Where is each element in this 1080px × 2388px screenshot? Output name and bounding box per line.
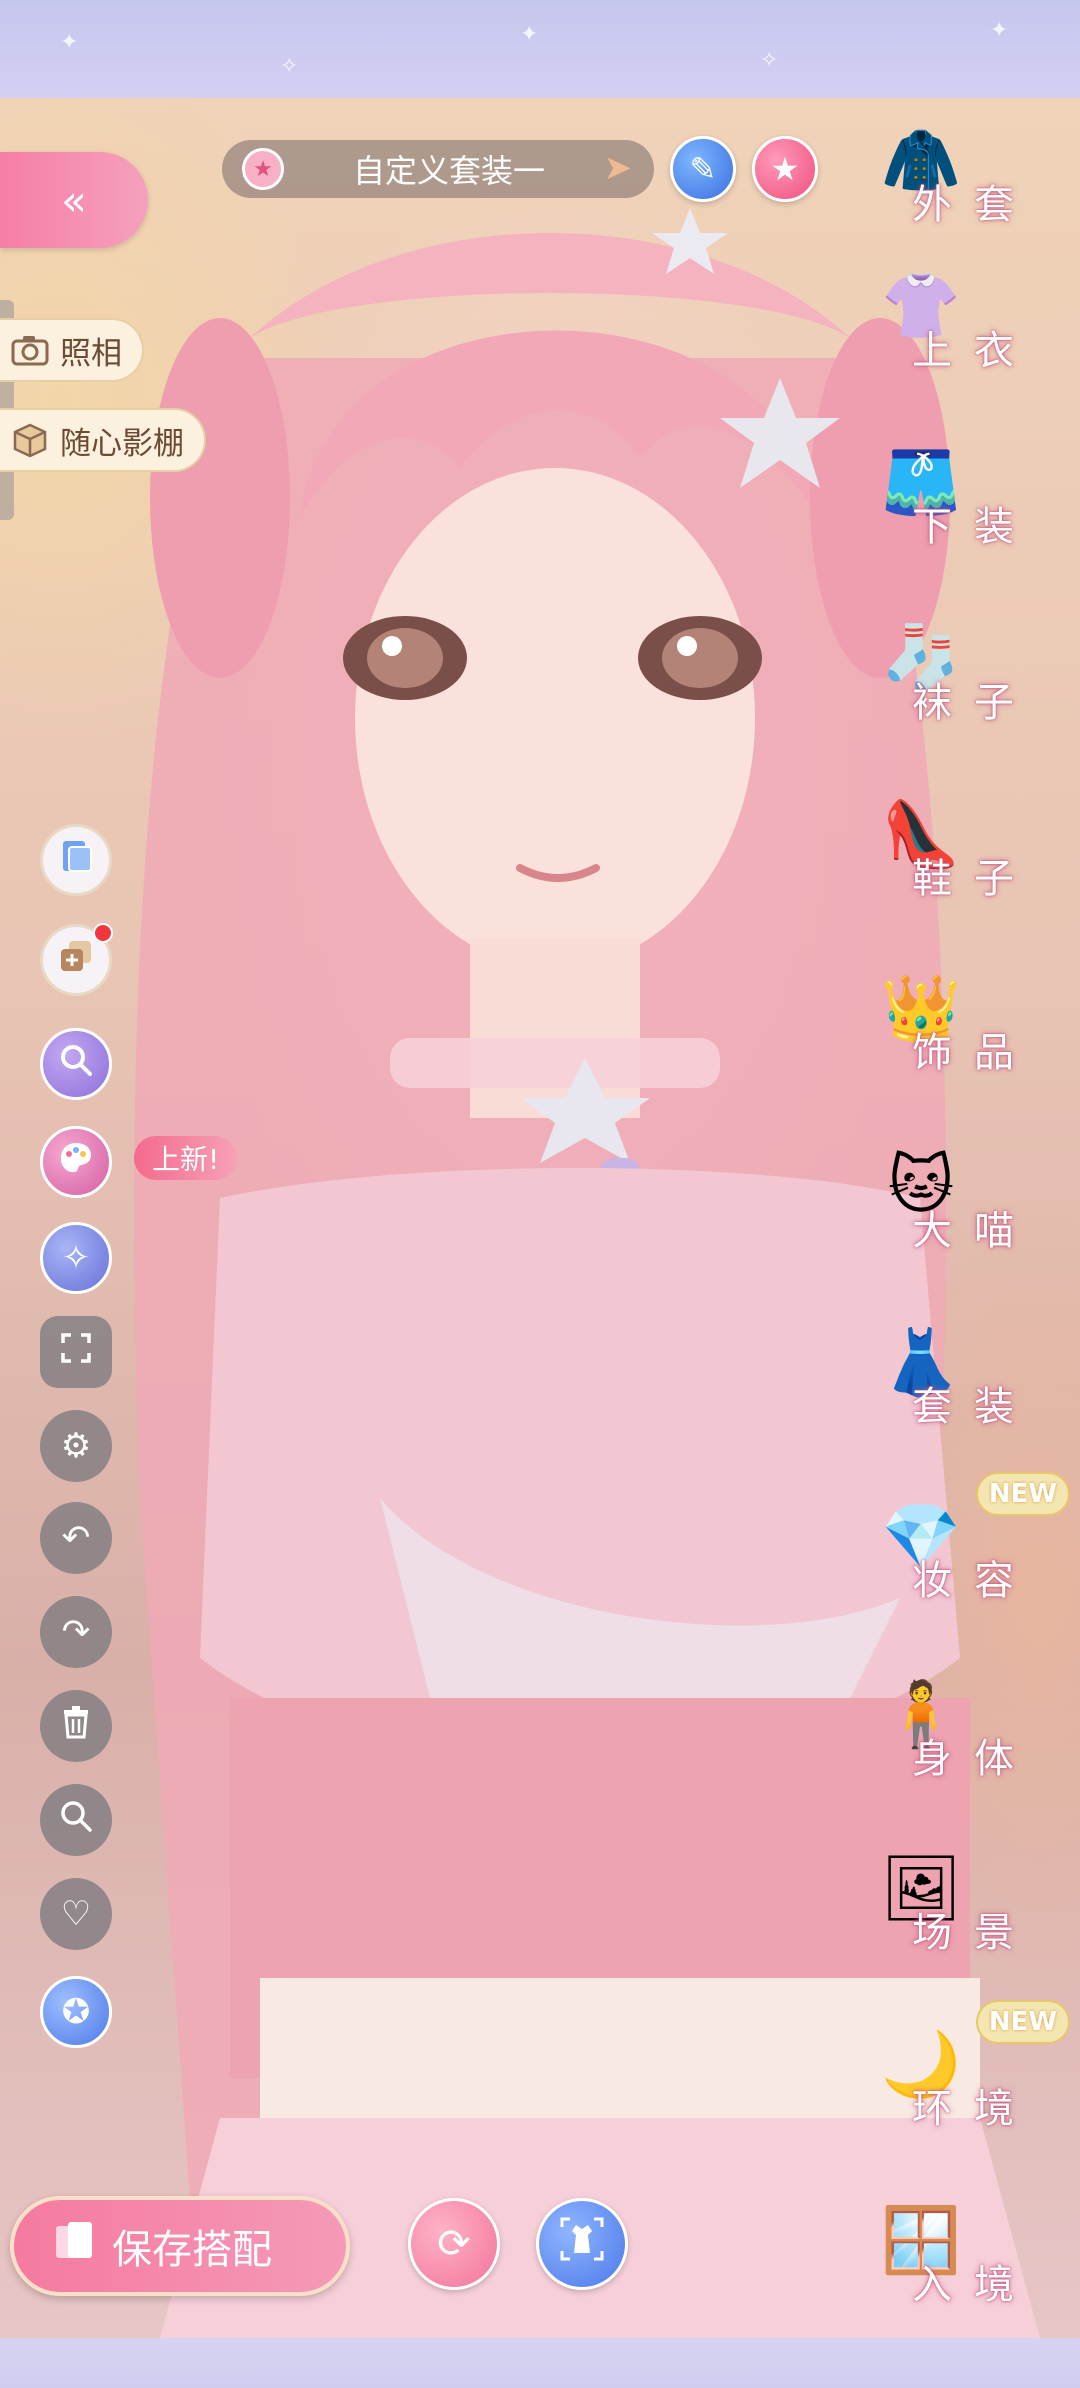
layer-add-icon: [57, 937, 95, 984]
star-badge-icon: ✪: [61, 1992, 91, 2032]
pencil-icon: ✎: [689, 150, 717, 188]
category-top[interactable]: 👚 上衣: [866, 256, 1036, 376]
new-tag: 上新!: [134, 1136, 238, 1180]
outfit-card-button[interactable]: [40, 824, 112, 896]
studio-button[interactable]: 随心影棚: [0, 408, 206, 472]
star-icon: ★: [770, 150, 800, 188]
camera-icon: [10, 330, 50, 370]
photo-button[interactable]: 照相: [0, 318, 144, 382]
search-swap-button[interactable]: [40, 1028, 112, 1100]
rotate-button[interactable]: ⟳: [408, 2198, 500, 2290]
redo-icon: ↷: [61, 1612, 91, 1652]
sparkle-decoration: ✧: [760, 48, 779, 73]
double-chevron-left-icon: «: [61, 175, 87, 225]
category-label: 身体: [912, 1736, 1036, 1782]
category-shoes[interactable]: 👠 鞋子: [866, 784, 1036, 904]
save-cards-icon: [54, 2220, 96, 2273]
category-enter-scene[interactable]: 🪟 入境: [866, 2190, 1036, 2310]
sparkle-decoration: ✦: [60, 30, 79, 55]
palette-button[interactable]: [40, 1126, 112, 1198]
heart-icon: ♡: [60, 1894, 92, 1934]
category-label: 下装: [912, 504, 1036, 550]
palette-icon: [57, 1139, 95, 1186]
outfit-selector[interactable]: ★ 自定义套装一 ➤: [222, 140, 654, 198]
category-label: 上衣: [912, 328, 1036, 374]
save-outfit-button[interactable]: 保存搭配: [10, 2196, 350, 2296]
sparkle-decoration: ✦: [520, 22, 539, 47]
star-badge-icon: ★: [242, 148, 284, 190]
arrow-right-icon: ➤: [603, 148, 633, 188]
delete-button[interactable]: [40, 1690, 112, 1762]
category-label: 外套: [912, 182, 1036, 228]
box-icon: [10, 420, 50, 460]
layer-add-button[interactable]: [40, 923, 113, 996]
notification-dot: [93, 923, 113, 943]
bottom-frame: [0, 2338, 1080, 2388]
category-socks[interactable]: 🧦 袜子: [866, 608, 1036, 728]
top-frame: ✦ ✧ ✦ ✧ ✦: [0, 0, 1080, 98]
category-label: 妆容: [912, 1558, 1036, 1604]
category-environment[interactable]: 🌙 环境: [866, 2014, 1036, 2134]
sparkle-decoration: ✦: [990, 18, 1009, 43]
undo-icon: ↶: [61, 1518, 91, 1558]
category-makeup[interactable]: 💎 妆容: [866, 1486, 1036, 1606]
edit-button[interactable]: ✎: [670, 136, 736, 202]
category-label: 饰品: [912, 1030, 1036, 1076]
category-accessories[interactable]: 👑 饰品: [866, 958, 1036, 1078]
category-body[interactable]: 🧍 身体: [866, 1664, 1036, 1784]
dress-focus-icon: [558, 2215, 606, 2273]
studio-label: 随心影棚: [60, 425, 184, 462]
like-button[interactable]: ♡: [40, 1878, 112, 1950]
category-label: 入境: [912, 2262, 1036, 2308]
fullscreen-button[interactable]: [40, 1316, 112, 1388]
undo-button[interactable]: ↶: [40, 1502, 112, 1574]
fullscreen-icon: [59, 1331, 93, 1374]
outfit-name: 自定义套装一: [352, 152, 545, 190]
category-coat[interactable]: 🧥 外套: [866, 110, 1036, 230]
category-outfit-set[interactable]: 👗 套装: [866, 1312, 1036, 1432]
category-bottom[interactable]: 🩳 下装: [866, 432, 1036, 552]
category-label: 场景: [912, 1910, 1036, 1956]
photo-label: 照相: [60, 335, 122, 372]
star-effect-button[interactable]: ✧: [40, 1222, 112, 1294]
trash-icon: [61, 1705, 91, 1748]
category-label: 套装: [912, 1384, 1036, 1430]
magnifier-icon: [59, 1799, 93, 1842]
favorite-outfit-button[interactable]: ★: [752, 136, 818, 202]
rotate-icon: ⟳: [437, 2221, 471, 2267]
card-icon: [57, 837, 95, 884]
category-label: 大喵: [912, 1208, 1036, 1254]
category-label: 袜子: [912, 680, 1036, 726]
gear-icon: ⚙: [60, 1426, 92, 1466]
star-badge-button[interactable]: ✪: [40, 1976, 112, 2048]
category-scene[interactable]: 🖼 场景: [866, 1838, 1036, 1958]
star-effect-icon: ✧: [61, 1238, 91, 1278]
category-label: 环境: [912, 2086, 1036, 2132]
category-label: 鞋子: [912, 856, 1036, 902]
back-button[interactable]: «: [0, 152, 148, 248]
outfit-focus-button[interactable]: [536, 2198, 628, 2290]
settings-button[interactable]: ⚙: [40, 1410, 112, 1482]
zoom-button[interactable]: [40, 1784, 112, 1856]
search-swap-icon: [57, 1041, 95, 1088]
redo-button[interactable]: ↷: [40, 1596, 112, 1668]
category-big-cat[interactable]: 🐱 大喵: [866, 1136, 1036, 1256]
save-label: 保存搭配: [112, 2227, 272, 2273]
sparkle-decoration: ✧: [280, 54, 299, 79]
